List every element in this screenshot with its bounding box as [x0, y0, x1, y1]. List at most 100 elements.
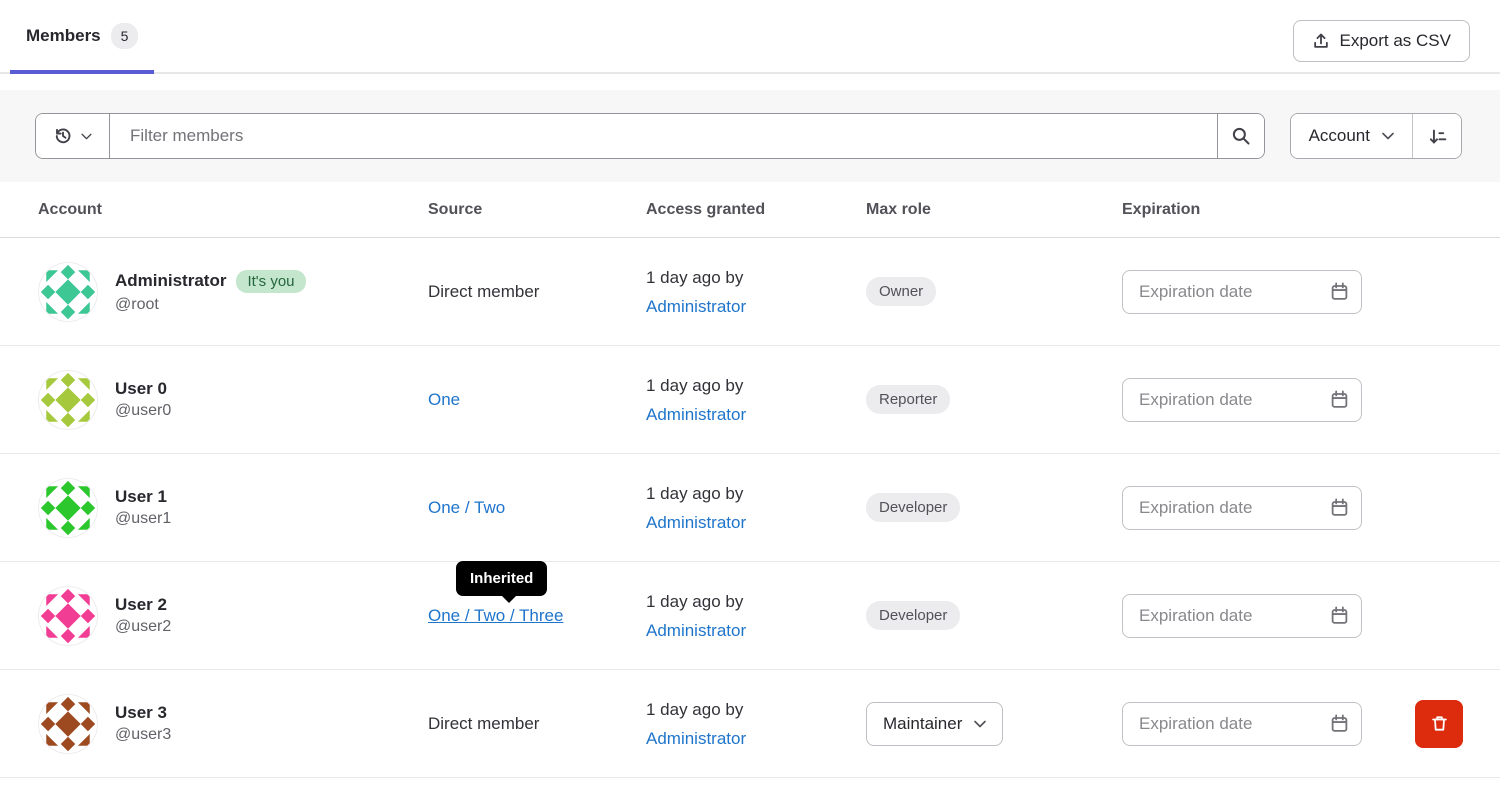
sort-group: Account	[1290, 113, 1462, 159]
max-role-cell: Maintainer	[866, 702, 1122, 746]
avatar	[38, 694, 98, 754]
column-header-max-role: Max role	[866, 201, 1122, 219]
filter-bar: Account	[0, 90, 1500, 182]
expiration-date-input[interactable]	[1123, 606, 1330, 626]
member-name: User 0	[115, 379, 167, 399]
max-role-dropdown-label: Maintainer	[883, 714, 962, 734]
expiration-cell	[1122, 594, 1404, 638]
max-role-cell: Owner	[866, 277, 1122, 306]
expiration-cell	[1122, 270, 1404, 314]
expiration-date-input[interactable]	[1123, 282, 1330, 302]
filter-members-input[interactable]	[110, 114, 1217, 158]
remove-member-button[interactable]	[1415, 700, 1463, 748]
column-header-expiration: Expiration	[1122, 201, 1404, 219]
access-granted-time: 1 day ago by	[646, 587, 866, 616]
max-role-cell: Reporter	[866, 385, 1122, 414]
max-role-cell: Developer	[866, 601, 1122, 630]
sort-direction-button[interactable]	[1413, 114, 1461, 158]
table-row: User 1 @user1 One / Two 1 day ago by Adm…	[0, 454, 1500, 562]
table-header-row: Account Source Access granted Max role E…	[0, 182, 1500, 238]
max-role-badge: Reporter	[866, 385, 950, 414]
actions-cell	[1404, 700, 1500, 748]
account-cell: User 0 @user0	[38, 370, 428, 430]
search-button[interactable]	[1217, 114, 1264, 158]
table-row: User 3 @user3 Direct member 1 day ago by…	[0, 670, 1500, 778]
tab-members-label: Members	[26, 26, 101, 46]
member-username: @user0	[115, 402, 171, 420]
table-row: User 2 @user2 Inherited One / Two / Thre…	[0, 562, 1500, 670]
members-table-body: Administrator It's you @root Direct memb…	[0, 238, 1500, 778]
table-row: Administrator It's you @root Direct memb…	[0, 238, 1500, 346]
access-granted-time: 1 day ago by	[646, 479, 866, 508]
upload-icon	[1312, 32, 1330, 50]
tabs-bar: Members 5 Export as CSV	[0, 0, 1500, 74]
access-granted-cell: 1 day ago by Administrator	[646, 587, 866, 645]
member-name: Administrator	[115, 271, 226, 291]
sort-descending-icon	[1428, 127, 1447, 146]
trash-icon	[1430, 714, 1449, 733]
expiration-date-field[interactable]	[1122, 378, 1362, 422]
member-username: @user3	[115, 726, 171, 744]
access-granted-cell: 1 day ago by Administrator	[646, 263, 866, 321]
access-granted-by-link[interactable]: Administrator	[646, 297, 746, 316]
max-role-cell: Developer	[866, 493, 1122, 522]
calendar-icon	[1330, 498, 1349, 517]
tab-members[interactable]: Members 5	[10, 0, 154, 72]
column-header-access-granted: Access granted	[646, 201, 866, 219]
expiration-date-input[interactable]	[1123, 390, 1330, 410]
chevron-down-icon	[974, 720, 986, 728]
chevron-down-icon	[1382, 132, 1394, 140]
max-role-badge: Developer	[866, 601, 960, 630]
source-link[interactable]: One / Two	[428, 498, 505, 517]
filter-group	[35, 113, 1265, 159]
account-cell: User 2 @user2	[38, 586, 428, 646]
account-cell: User 1 @user1	[38, 478, 428, 538]
avatar	[38, 262, 98, 322]
account-cell: Administrator It's you @root	[38, 262, 428, 322]
calendar-icon	[1330, 606, 1349, 625]
access-granted-by-link[interactable]: Administrator	[646, 621, 746, 640]
calendar-icon	[1330, 282, 1349, 301]
source-link[interactable]: One / Two / Three	[428, 606, 563, 625]
source-text: Direct member	[428, 282, 539, 301]
expiration-cell	[1122, 378, 1404, 422]
search-icon	[1231, 126, 1251, 146]
expiration-date-input[interactable]	[1123, 498, 1330, 518]
chevron-down-icon	[81, 133, 92, 140]
expiration-cell	[1122, 486, 1404, 530]
column-header-account: Account	[38, 201, 428, 219]
table-row: User 0 @user0 One 1 day ago by Administr…	[0, 346, 1500, 454]
members-table: Account Source Access granted Max role E…	[0, 182, 1500, 778]
source-cell: Direct member	[428, 714, 646, 734]
source-cell: Direct member	[428, 282, 646, 302]
avatar	[38, 370, 98, 430]
source-link[interactable]: One	[428, 390, 460, 409]
access-granted-by-link[interactable]: Administrator	[646, 513, 746, 532]
avatar	[38, 478, 98, 538]
column-header-source: Source	[428, 201, 646, 219]
its-you-badge: It's you	[236, 270, 305, 293]
member-username: @root	[115, 296, 306, 314]
access-granted-by-link[interactable]: Administrator	[646, 729, 746, 748]
member-name: User 1	[115, 487, 167, 507]
inherited-tooltip: Inherited	[456, 561, 547, 596]
members-count-badge: 5	[111, 23, 139, 49]
member-username: @user2	[115, 618, 171, 636]
source-cell: Inherited One / Two / Three	[428, 606, 646, 626]
access-granted-cell: 1 day ago by Administrator	[646, 371, 866, 429]
access-granted-time: 1 day ago by	[646, 263, 866, 292]
filter-history-button[interactable]	[36, 114, 110, 158]
expiration-date-field[interactable]	[1122, 594, 1362, 638]
max-role-badge: Developer	[866, 493, 960, 522]
expiration-date-field[interactable]	[1122, 486, 1362, 530]
access-granted-by-link[interactable]: Administrator	[646, 405, 746, 424]
expiration-date-field[interactable]	[1122, 702, 1362, 746]
account-cell: User 3 @user3	[38, 694, 428, 754]
member-name: User 3	[115, 703, 167, 723]
export-csv-button[interactable]: Export as CSV	[1293, 20, 1471, 62]
expiration-date-input[interactable]	[1123, 714, 1330, 734]
expiration-date-field[interactable]	[1122, 270, 1362, 314]
access-granted-cell: 1 day ago by Administrator	[646, 479, 866, 537]
sort-field-dropdown[interactable]: Account	[1291, 114, 1413, 158]
max-role-dropdown[interactable]: Maintainer	[866, 702, 1003, 746]
